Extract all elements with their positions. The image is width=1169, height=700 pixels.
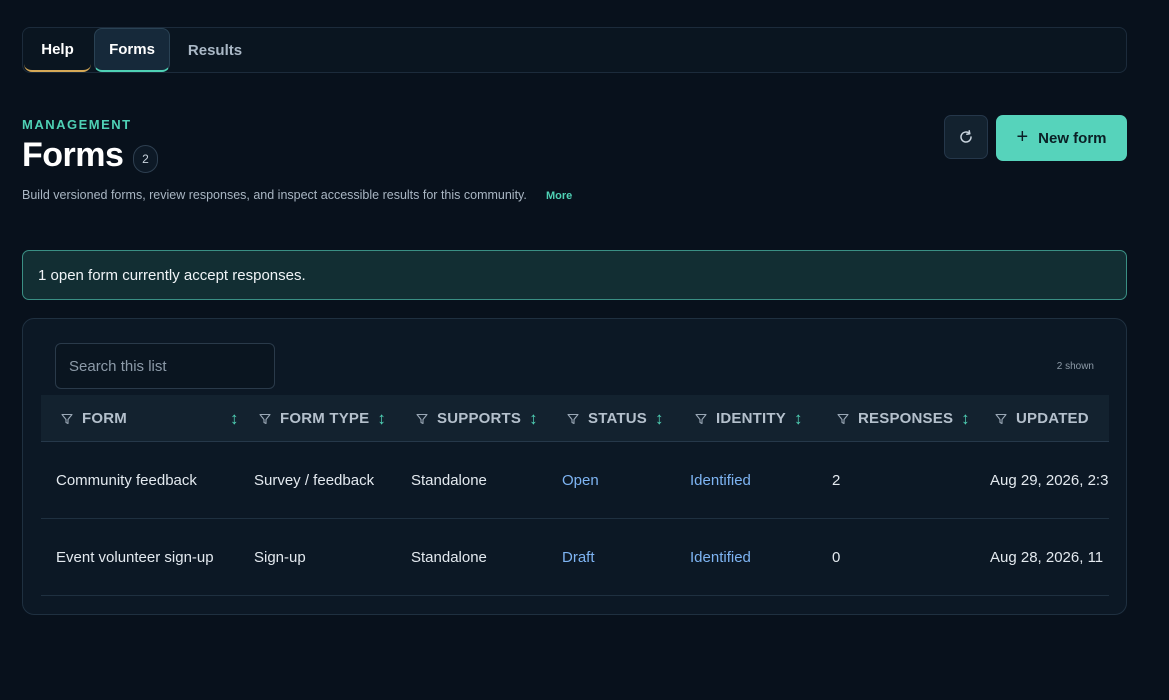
refresh-icon xyxy=(960,130,972,143)
refresh-button[interactable] xyxy=(944,115,988,159)
column-header-form-type[interactable]: FORM TYPE ↕ xyxy=(259,395,386,442)
cell-form-type: Sign-up xyxy=(254,549,306,566)
sort-icon[interactable]: ↕ xyxy=(529,409,538,429)
filter-icon[interactable] xyxy=(259,413,271,425)
cell-updated: Aug 29, 2026, 2:3 xyxy=(990,472,1108,489)
section-eyebrow: MANAGEMENT xyxy=(22,117,132,132)
forms-table-card: 2 shown FORM ↕ FORM TYPE ↕ SUPPORTS ↕ ST… xyxy=(22,318,1127,615)
cell-responses: 2 xyxy=(832,472,841,489)
column-label: FORM xyxy=(82,410,127,427)
filter-icon[interactable] xyxy=(567,413,579,425)
cell-form[interactable]: Community feedback xyxy=(56,442,197,519)
cell-identity[interactable]: Identified xyxy=(690,442,751,519)
shown-count: 2 shown xyxy=(1056,361,1094,372)
cell-supports: Standalone xyxy=(411,549,487,566)
filter-icon[interactable] xyxy=(695,413,707,425)
count-badge: 2 xyxy=(133,145,158,173)
column-header-form[interactable]: FORM ↕ xyxy=(61,395,239,442)
filter-icon[interactable] xyxy=(837,413,849,425)
top-tab-bar: Help Forms Results xyxy=(22,27,1127,73)
column-header-supports[interactable]: SUPPORTS ↕ xyxy=(416,395,538,442)
filter-icon[interactable] xyxy=(995,413,1007,425)
sort-icon[interactable]: ↕ xyxy=(377,409,386,429)
column-header-identity[interactable]: IDENTITY ↕ xyxy=(695,395,803,442)
cell-updated: Aug 28, 2026, 11 xyxy=(990,549,1104,566)
column-label: UPDATED xyxy=(1016,410,1089,427)
cell-responses: 0 xyxy=(832,549,841,566)
column-label: SUPPORTS xyxy=(437,410,522,427)
cell-form[interactable]: Event volunteer sign-up xyxy=(56,519,214,596)
column-header-status[interactable]: STATUS ↕ xyxy=(567,395,664,442)
page-description: Build versioned forms, review responses,… xyxy=(22,188,527,202)
column-header-responses[interactable]: RESPONSES ↕ xyxy=(837,395,970,442)
column-header-updated[interactable]: UPDATED xyxy=(995,395,1089,442)
table-row[interactable]: Event volunteer sign-up Sign-up Standalo… xyxy=(41,519,1109,596)
column-label: FORM TYPE xyxy=(280,410,370,427)
sort-icon[interactable]: ↕ xyxy=(230,409,239,429)
sort-icon[interactable]: ↕ xyxy=(961,409,970,429)
table-row[interactable]: Community feedback Survey / feedback Sta… xyxy=(41,442,1109,519)
column-label: IDENTITY xyxy=(716,410,786,427)
column-label: RESPONSES xyxy=(858,410,954,427)
cell-status[interactable]: Open xyxy=(562,442,599,519)
open-forms-notice: 1 open form currently accept responses. xyxy=(22,250,1127,300)
search-input[interactable] xyxy=(55,343,275,389)
column-label: STATUS xyxy=(588,410,647,427)
new-form-button[interactable]: + New form xyxy=(996,115,1127,161)
plus-icon: + xyxy=(1016,126,1029,148)
new-form-label: New form xyxy=(1038,129,1107,147)
cell-status[interactable]: Draft xyxy=(562,519,595,596)
more-link[interactable]: More xyxy=(546,190,572,202)
tab-help[interactable]: Help xyxy=(24,28,91,72)
sort-icon[interactable]: ↕ xyxy=(794,409,803,429)
sort-icon[interactable]: ↕ xyxy=(655,409,664,429)
tab-results[interactable]: Results xyxy=(175,28,255,72)
cell-identity[interactable]: Identified xyxy=(690,519,751,596)
tab-forms[interactable]: Forms xyxy=(94,28,170,72)
table-header: FORM ↕ FORM TYPE ↕ SUPPORTS ↕ STATUS ↕ I… xyxy=(41,395,1109,442)
page-title: Forms xyxy=(22,136,124,174)
cell-supports: Standalone xyxy=(411,472,487,489)
filter-icon[interactable] xyxy=(416,413,428,425)
filter-icon[interactable] xyxy=(61,413,73,425)
cell-form-type: Survey / feedback xyxy=(254,472,375,489)
